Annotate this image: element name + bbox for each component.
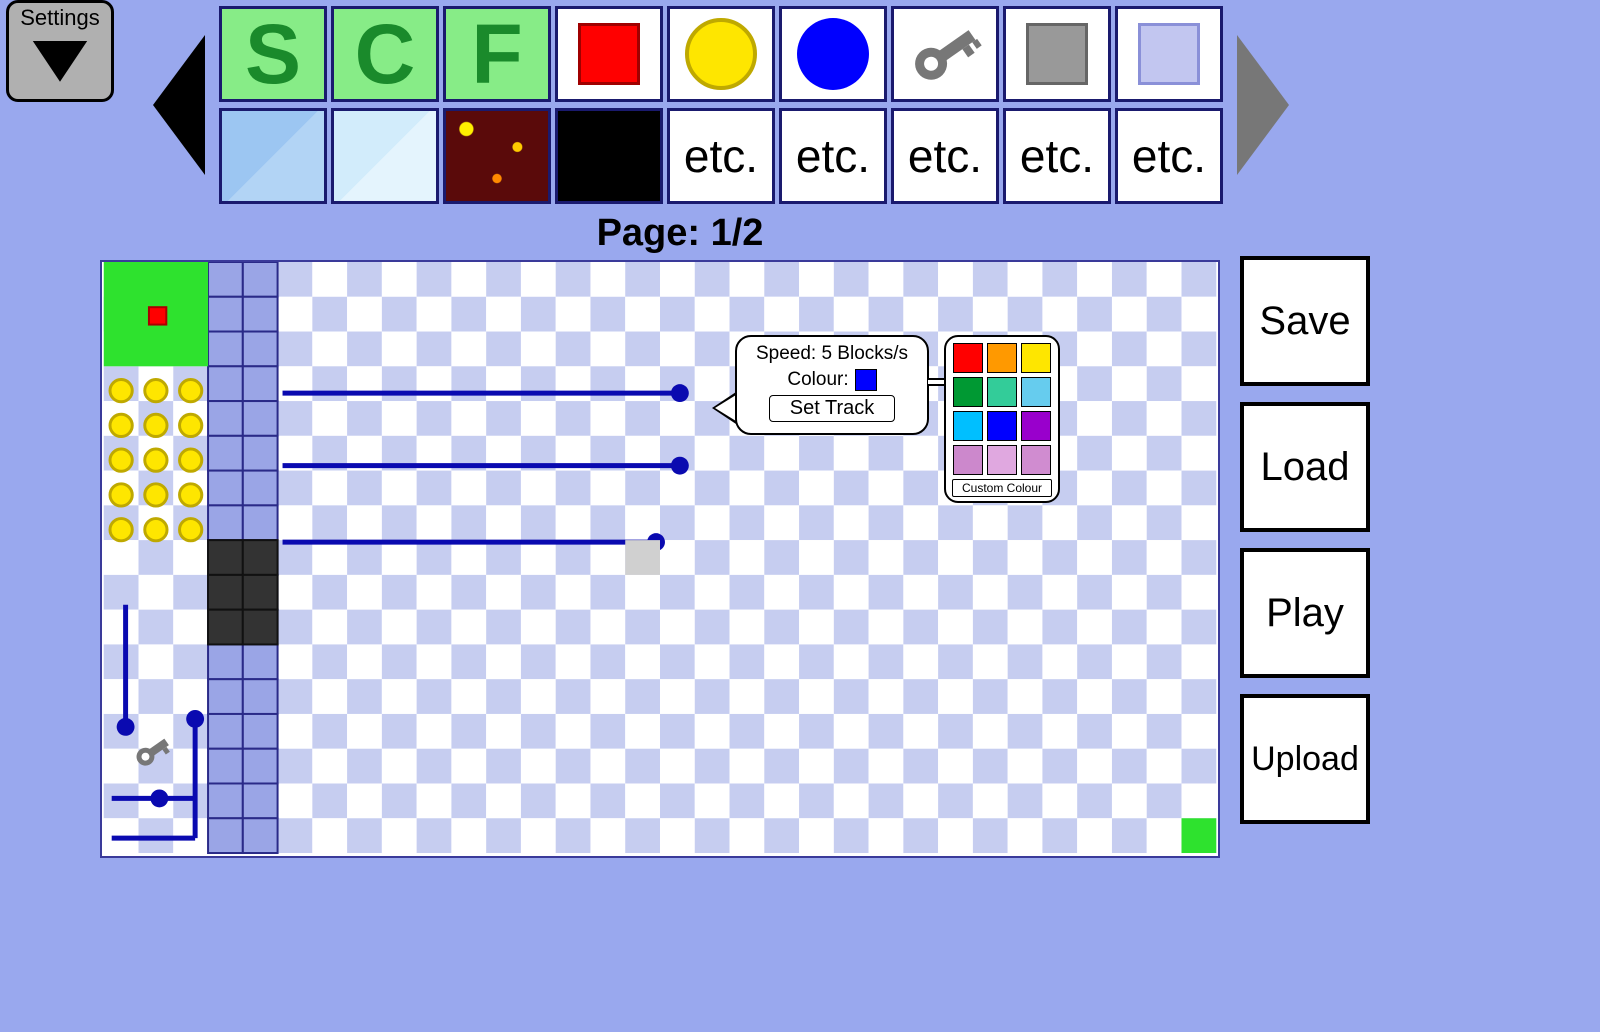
blue-circle-icon (797, 18, 869, 90)
custom-colour-button[interactable]: Custom Colour (952, 479, 1052, 497)
tile-ltblue[interactable] (219, 108, 327, 204)
tile-etc-2[interactable]: etc. (779, 108, 887, 204)
colour-swatch[interactable] (855, 369, 877, 391)
grey-square-icon (1026, 23, 1088, 85)
tile-coin[interactable] (667, 6, 775, 102)
tile-lavender-square[interactable] (1115, 6, 1223, 102)
settings-label: Settings (20, 5, 100, 31)
tile-black[interactable] (555, 108, 663, 204)
tile-grey-square[interactable] (1003, 6, 1111, 102)
tile-blue-dot[interactable] (779, 6, 887, 102)
tile-start[interactable]: S (219, 6, 327, 102)
colour-label: Colour: (787, 369, 848, 391)
tile-etc-1[interactable]: etc. (667, 108, 775, 204)
colour-grid (953, 343, 1051, 475)
colour-cell-5[interactable] (1021, 377, 1051, 407)
colour-row: Colour: (787, 369, 876, 391)
tile-key[interactable] (891, 6, 999, 102)
red-square-icon (578, 23, 640, 85)
colour-cell-6[interactable] (953, 411, 983, 441)
colour-cell-11[interactable] (1021, 445, 1051, 475)
palette-row-2: etc. etc. etc. etc. etc. (219, 108, 1223, 204)
colour-cell-0[interactable] (953, 343, 983, 373)
tile-finish[interactable]: F (443, 6, 551, 102)
tile-checkpoint[interactable]: C (331, 6, 439, 102)
speed-label: Speed: 5 Blocks/s (756, 343, 908, 365)
chevron-down-icon (26, 31, 94, 89)
settings-button[interactable]: Settings (6, 0, 114, 102)
upload-button[interactable]: Upload (1240, 694, 1370, 824)
palette-page-indicator: Page: 1/2 (0, 212, 1360, 255)
tile-etc-4[interactable]: etc. (1003, 108, 1111, 204)
colour-cell-9[interactable] (953, 445, 983, 475)
palette-next-button[interactable] (1227, 15, 1299, 195)
lavender-square-icon (1138, 23, 1200, 85)
save-button[interactable]: Save (1240, 256, 1370, 386)
tile-vlblue[interactable] (331, 108, 439, 204)
popup-tail (712, 392, 736, 424)
tile-etc-5[interactable]: etc. (1115, 108, 1223, 204)
colour-cell-1[interactable] (987, 343, 1017, 373)
colour-cell-7[interactable] (987, 411, 1017, 441)
colour-picker-panel: Custom Colour (944, 335, 1060, 503)
tile-lava[interactable] (443, 108, 551, 204)
play-button[interactable]: Play (1240, 548, 1370, 678)
tile-red-square[interactable] (555, 6, 663, 102)
palette-prev-button[interactable] (143, 15, 215, 195)
tile-etc-3[interactable]: etc. (891, 108, 999, 204)
coin-icon (685, 18, 757, 90)
load-button[interactable]: Load (1240, 402, 1370, 532)
colour-cell-3[interactable] (953, 377, 983, 407)
action-buttons: Save Load Play Upload (1240, 256, 1370, 824)
tile-palette: S C F etc. (143, 6, 1299, 204)
palette-row-1: S C F (219, 6, 1223, 102)
colour-cell-10[interactable] (987, 445, 1017, 475)
colour-cell-8[interactable] (1021, 411, 1051, 441)
colour-cell-4[interactable] (987, 377, 1017, 407)
key-icon (900, 14, 990, 94)
colour-cell-2[interactable] (1021, 343, 1051, 373)
track-properties-popup: Speed: 5 Blocks/s Colour: Set Track (735, 335, 929, 435)
set-track-button[interactable]: Set Track (769, 395, 895, 422)
